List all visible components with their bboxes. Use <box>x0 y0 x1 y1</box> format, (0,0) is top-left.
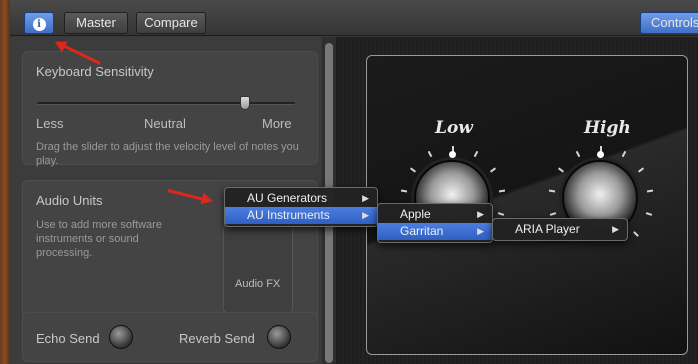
master-button[interactable]: Master <box>64 12 128 34</box>
echo-send-label: Echo Send <box>36 331 100 346</box>
knob-tick <box>633 231 640 238</box>
compare-button[interactable]: Compare <box>136 12 206 34</box>
knob-tick <box>548 189 555 193</box>
info-icon: i <box>32 18 46 31</box>
menu-item-label: AU Generators <box>247 191 328 205</box>
chevron-right-icon: ▶ <box>362 193 369 203</box>
info-button[interactable]: i <box>24 12 54 34</box>
keyboard-sensitivity-title: Keyboard Sensitivity <box>36 64 154 79</box>
menu-item-aria-player[interactable]: ARIA Player ▶ <box>493 221 627 238</box>
toolbar: i Master Compare Controls <box>10 0 698 36</box>
audio-units-title: Audio Units <box>36 193 103 208</box>
knob-tick <box>490 167 497 173</box>
slider-label-less: Less <box>36 116 64 131</box>
smart-controls-window: i Master Compare Controls Keyboard Sensi… <box>0 0 698 364</box>
controls-area: Low High <box>336 37 698 364</box>
knob-tick <box>409 167 416 173</box>
knob-tick <box>638 167 645 173</box>
menu-item-apple[interactable]: Apple ▶ <box>378 206 492 223</box>
chevron-right-icon: ▶ <box>612 224 619 234</box>
menu-item-garritan[interactable]: Garritan ▶ <box>378 223 492 240</box>
low-knob-label: Low <box>435 118 473 138</box>
knob-tick <box>576 151 581 158</box>
knob-tick <box>645 212 652 217</box>
high-knob-label: High <box>584 118 631 138</box>
knob-tick <box>400 189 407 193</box>
plugin-menu: ARIA Player ▶ <box>492 218 628 241</box>
manufacturer-menu: Apple ▶ Garritan ▶ <box>377 203 493 243</box>
echo-send-knob[interactable] <box>109 325 133 349</box>
sensitivity-slider-track[interactable] <box>37 96 295 110</box>
knob-tick <box>497 212 504 217</box>
menu-item-label: ARIA Player <box>515 222 580 236</box>
knob-tick <box>473 151 478 158</box>
menu-item-label: Apple <box>400 207 431 221</box>
chevron-right-icon: ▶ <box>477 226 484 236</box>
knob-tick <box>550 212 557 217</box>
controls-button[interactable]: Controls <box>640 12 698 34</box>
knob-tick <box>499 189 506 193</box>
audio-fx-label: Audio FX <box>235 278 281 290</box>
sensitivity-slider-handle[interactable] <box>240 96 250 110</box>
slider-label-neutral: Neutral <box>144 116 186 131</box>
chevron-right-icon: ▶ <box>362 210 369 220</box>
knob-tick <box>557 167 564 173</box>
plugin-type-menu: AU Generators ▶ AU Instruments ▶ <box>224 187 378 227</box>
menu-item-au-instruments[interactable]: AU Instruments ▶ <box>225 207 377 224</box>
menu-item-label: AU Instruments <box>247 208 330 222</box>
keyboard-sensitivity-description: Drag the slider to adjust the velocity l… <box>36 141 299 167</box>
low-knob-indicator <box>449 151 456 158</box>
high-knob-indicator <box>597 151 604 158</box>
menu-item-label: Garritan <box>400 224 444 238</box>
wood-edge <box>0 0 10 364</box>
knob-tick <box>621 151 626 158</box>
keyboard-sensitivity-section: Keyboard Sensitivity Less Neutral More D… <box>22 51 318 167</box>
knob-tick <box>647 189 654 193</box>
menu-item-au-generators[interactable]: AU Generators ▶ <box>225 190 377 207</box>
reverb-send-knob[interactable] <box>267 325 291 349</box>
chevron-right-icon: ▶ <box>477 209 484 219</box>
knob-tick <box>428 151 433 158</box>
audio-fx-slot[interactable]: Audio FX <box>223 225 293 313</box>
sends-section: Echo Send Reverb Send <box>22 312 318 362</box>
slider-label-more: More <box>262 116 292 131</box>
audio-units-description: Use to add more software instruments or … <box>36 219 162 259</box>
reverb-send-label: Reverb Send <box>179 331 255 346</box>
